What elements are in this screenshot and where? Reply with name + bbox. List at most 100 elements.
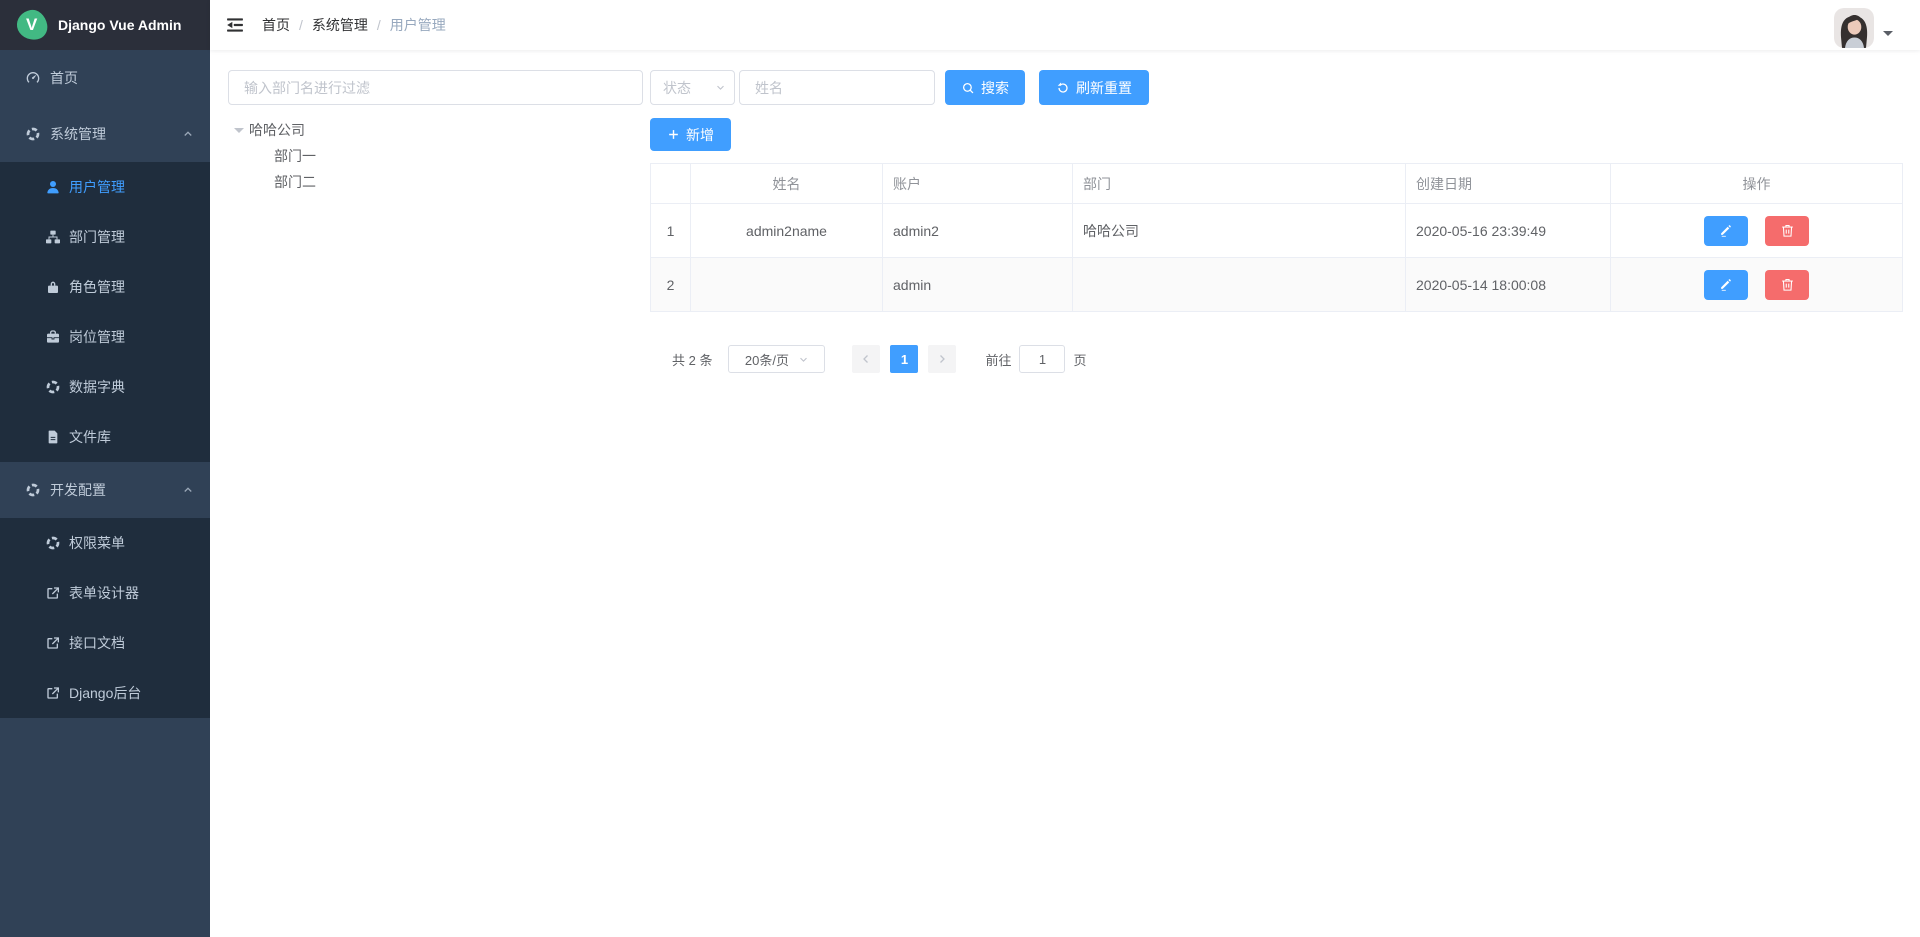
navbar: 首页 / 系统管理 / 用户管理: [210, 0, 1920, 50]
delete-button[interactable]: [1765, 270, 1809, 300]
chevron-up-icon: [182, 128, 194, 140]
trash-icon: [1780, 277, 1795, 292]
name-filter-input[interactable]: [739, 70, 935, 105]
avatar-photo: [1834, 8, 1874, 48]
sidebar-item-form-designer[interactable]: 表单设计器: [0, 568, 210, 618]
prev-page-button[interactable]: [852, 345, 880, 373]
sidebar-item-django-admin[interactable]: Django后台: [0, 668, 210, 718]
breadcrumb-home[interactable]: 首页: [262, 15, 290, 35]
refresh-reset-label: 刷新重置: [1076, 78, 1132, 98]
external-link-icon: [45, 635, 61, 651]
org-tree-icon: [45, 229, 61, 245]
sidebar-item-api-docs[interactable]: 接口文档: [0, 618, 210, 668]
user-panel: 状态 搜索 刷新重置: [650, 70, 1902, 373]
app-root: V Django Vue Admin 首页 系统管理: [0, 0, 1920, 937]
sidebar-item-label: 角色管理: [69, 277, 125, 297]
app-title: Django Vue Admin: [58, 17, 181, 33]
edit-button[interactable]: [1704, 270, 1748, 300]
search-icon: [961, 81, 975, 95]
component-icon: [25, 126, 41, 142]
trash-icon: [1780, 223, 1795, 238]
column-header-actions: 操作: [1611, 164, 1903, 204]
lock-icon: [45, 279, 61, 295]
edit-pencil-icon: [1718, 277, 1733, 292]
document-icon: [45, 429, 61, 445]
cell-actions: [1611, 204, 1903, 258]
page-size-select[interactable]: 20条/页: [728, 345, 825, 373]
table-header-row: 姓名 账户 部门 创建日期 操作: [651, 164, 1903, 204]
sidebar-group-label: 开发配置: [50, 480, 106, 500]
goto-page-input[interactable]: [1019, 345, 1065, 373]
edit-button[interactable]: [1704, 216, 1748, 246]
sidebar-item-label: 用户管理: [69, 177, 125, 197]
page-number-button[interactable]: 1: [890, 345, 918, 373]
tree-node-root[interactable]: 哈哈公司: [228, 117, 643, 143]
department-tree: 哈哈公司 部门一 部门二: [228, 117, 643, 195]
sidebar-menu: 首页 系统管理 用户管理 部门: [0, 50, 210, 937]
sidebar-group-system[interactable]: 系统管理: [0, 106, 210, 162]
sidebar-group-dev-config[interactable]: 开发配置: [0, 462, 210, 518]
add-user-button[interactable]: 新增: [650, 118, 731, 151]
tree-node-child[interactable]: 部门二: [228, 169, 643, 195]
column-header-dept: 部门: [1073, 164, 1406, 204]
table-row: 2 admin 2020-05-14 18:00:08: [651, 258, 1903, 312]
breadcrumb-system[interactable]: 系统管理: [312, 15, 368, 35]
status-select[interactable]: 状态: [650, 70, 735, 105]
refresh-reset-button[interactable]: 刷新重置: [1039, 70, 1149, 105]
sidebar-group-label: 系统管理: [50, 124, 106, 144]
next-page-button[interactable]: [928, 345, 956, 373]
refresh-icon: [1056, 81, 1070, 95]
caret-expanded-icon[interactable]: [234, 128, 244, 138]
user-avatar[interactable]: [1834, 8, 1874, 48]
pagination-jumper: 前往 页: [985, 345, 1086, 373]
user-icon: [45, 179, 61, 195]
search-button[interactable]: 搜索: [945, 70, 1025, 105]
navbar-right: [1834, 3, 1905, 48]
table-row: 1 admin2name admin2 哈哈公司 2020-05-16 23:3…: [651, 204, 1903, 258]
main-area: 首页 / 系统管理 / 用户管理: [210, 0, 1920, 937]
vue-logo-icon: V: [15, 8, 50, 43]
external-link-icon: [45, 585, 61, 601]
plus-icon: [667, 128, 680, 141]
app-logo[interactable]: V Django Vue Admin: [0, 0, 210, 50]
sidebar-toggle-button[interactable]: [225, 15, 245, 35]
dashboard-icon: [25, 70, 41, 86]
page-size-label: 20条/页: [745, 350, 789, 369]
sidebar-item-data-dictionary[interactable]: 数据字典: [0, 362, 210, 412]
filter-row: 状态 搜索 刷新重置: [650, 70, 1902, 105]
sidebar-item-label: 部门管理: [69, 227, 125, 247]
breadcrumb-current: 用户管理: [390, 15, 446, 35]
search-button-label: 搜索: [981, 78, 1009, 98]
cell-dept: 哈哈公司: [1073, 204, 1406, 258]
column-header-account: 账户: [883, 164, 1073, 204]
sidebar-item-label: 接口文档: [69, 633, 125, 653]
sidebar-item-user-management[interactable]: 用户管理: [0, 162, 210, 212]
external-link-icon: [45, 685, 61, 701]
sidebar-item-label: 表单设计器: [69, 583, 139, 603]
tree-node-label: 部门一: [274, 146, 316, 166]
breadcrumb-separator: /: [299, 17, 303, 33]
sidebar-item-post-management[interactable]: 岗位管理: [0, 312, 210, 362]
pagination: 共 2 条 20条/页 1 前往: [650, 345, 1902, 373]
page-content: 哈哈公司 部门一 部门二 状态: [210, 50, 1920, 937]
sidebar-item-dept-management[interactable]: 部门管理: [0, 212, 210, 262]
caret-down-icon[interactable]: [1883, 31, 1893, 41]
sidebar-item-home[interactable]: 首页: [0, 50, 210, 106]
sidebar-item-label: 岗位管理: [69, 327, 125, 347]
tree-node-label: 部门二: [274, 172, 316, 192]
chevron-up-icon: [182, 484, 194, 496]
permission-icon: [45, 535, 61, 551]
column-header-created: 创建日期: [1406, 164, 1611, 204]
tree-node-child[interactable]: 部门一: [228, 143, 643, 169]
goto-label: 前往: [985, 350, 1011, 369]
sidebar-item-permission-menu[interactable]: 权限菜单: [0, 518, 210, 568]
column-header-name: 姓名: [691, 164, 883, 204]
breadcrumb: 首页 / 系统管理 / 用户管理: [262, 15, 446, 35]
delete-button[interactable]: [1765, 216, 1809, 246]
chevron-right-icon: [936, 353, 948, 365]
sidebar-item-role-management[interactable]: 角色管理: [0, 262, 210, 312]
add-button-label: 新增: [686, 125, 714, 145]
department-panel: 哈哈公司 部门一 部门二: [228, 70, 643, 195]
department-filter-input[interactable]: [228, 70, 643, 105]
sidebar-item-file-library[interactable]: 文件库: [0, 412, 210, 462]
